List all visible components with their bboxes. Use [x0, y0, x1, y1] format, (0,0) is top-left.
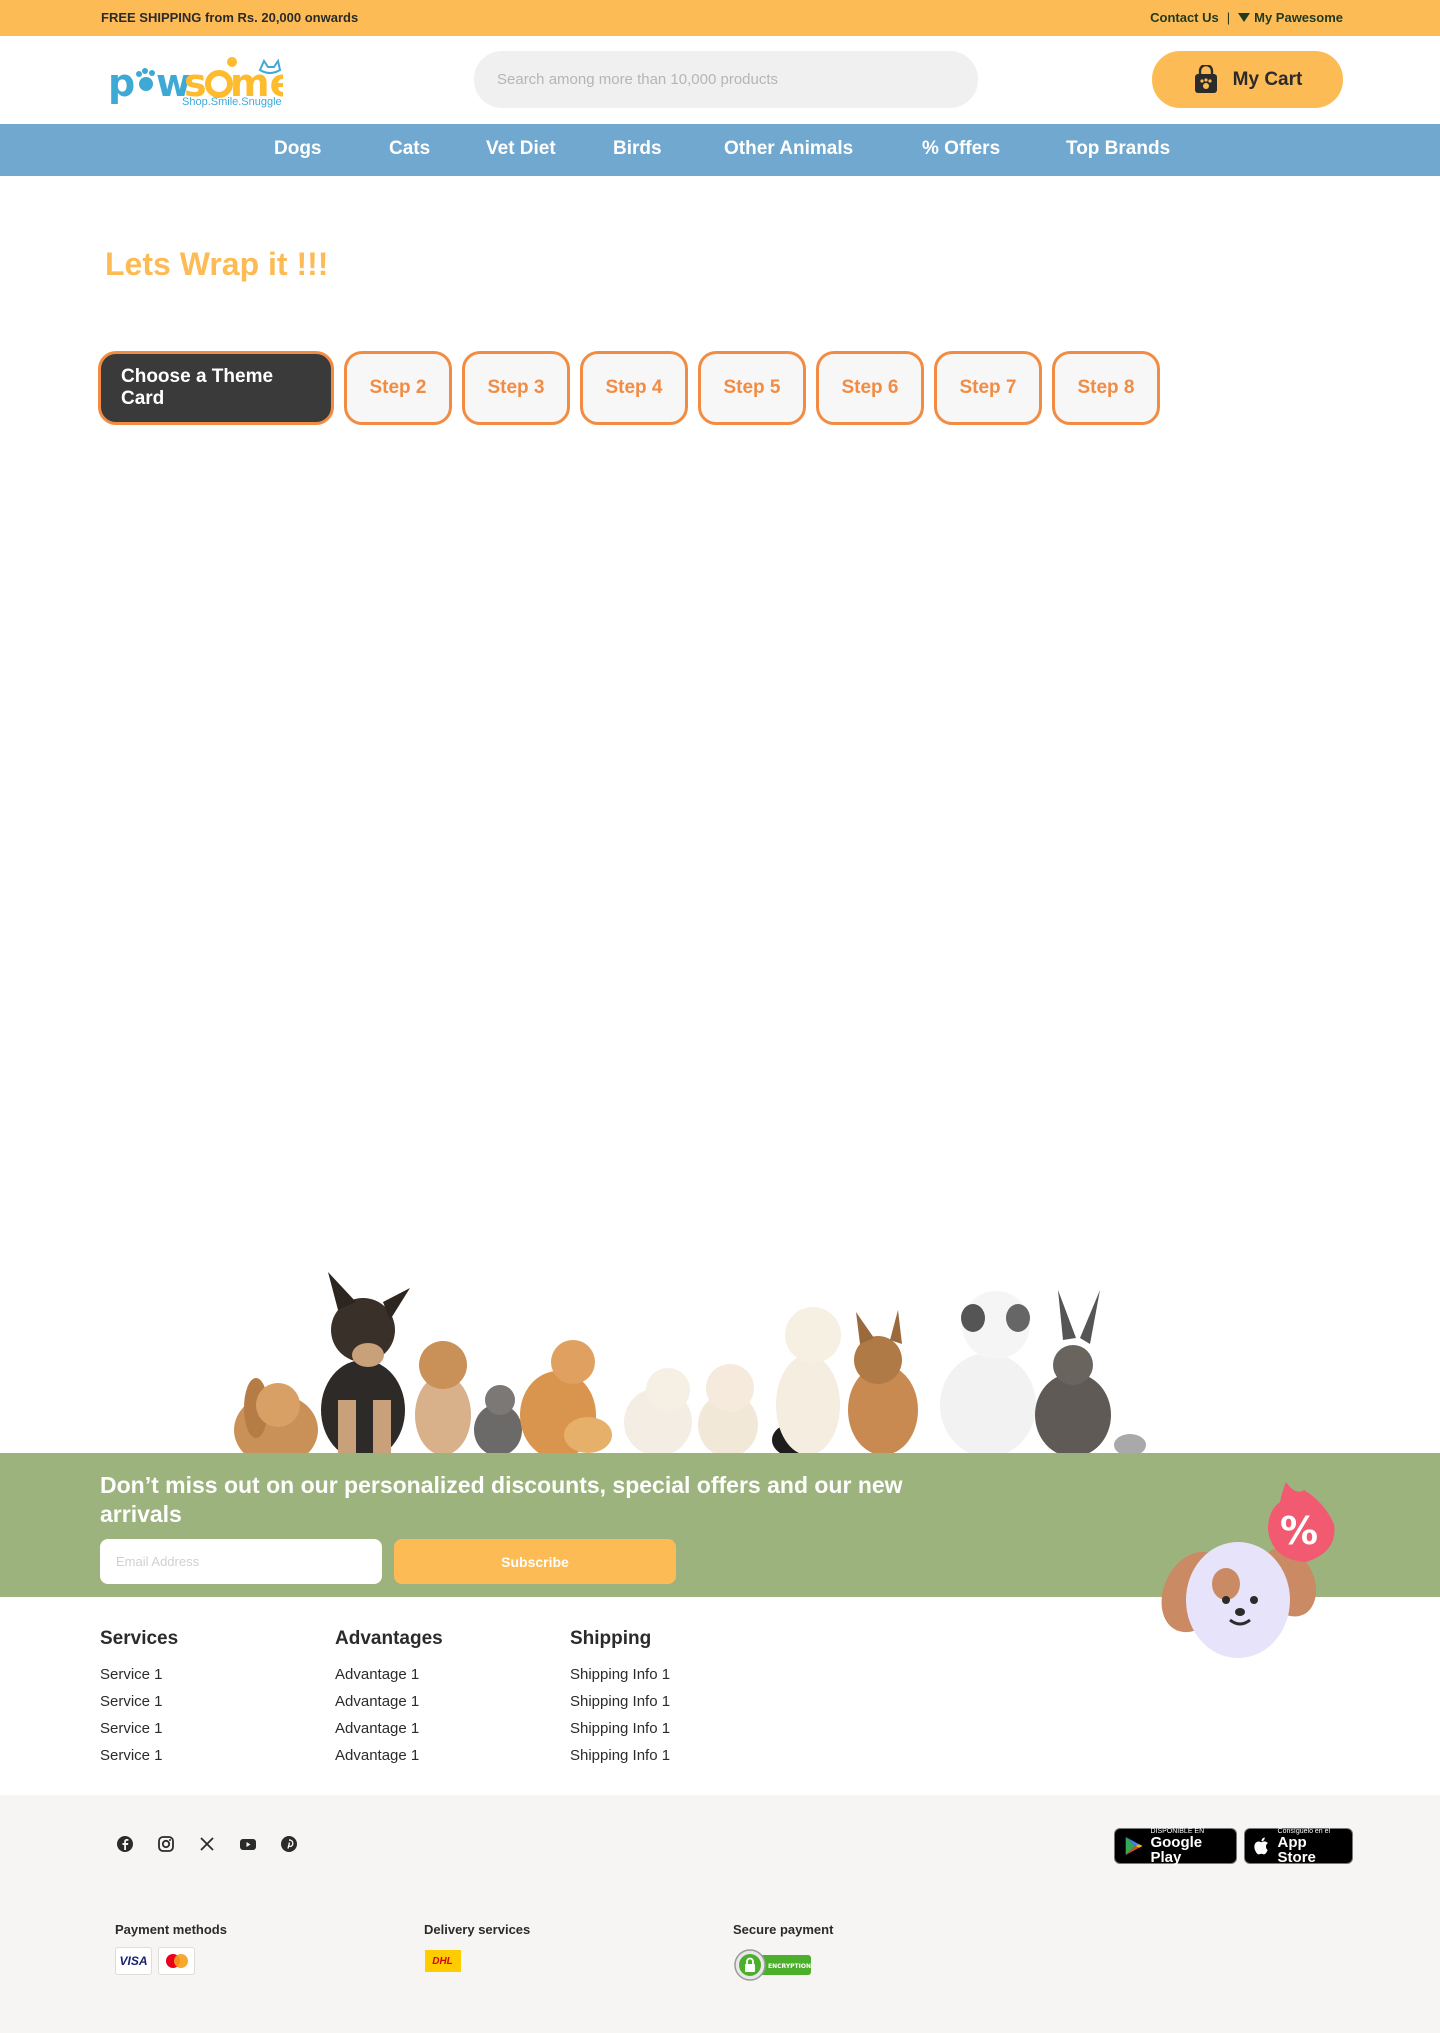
svg-text:p: p — [108, 61, 135, 105]
footer-link[interactable]: Shipping Info 1 — [570, 1666, 670, 1693]
payment-methods-label: Payment methods — [115, 1922, 227, 1937]
header: p w s me Shop.Smile.Snuggle Search among… — [0, 36, 1440, 124]
footer-col-advantages: Advantages Advantage 1 Advantage 1 Advan… — [335, 1628, 443, 1774]
step-6[interactable]: Step 6 — [816, 351, 924, 425]
nav-item-other-animals[interactable]: Other Animals — [724, 138, 853, 160]
footer-link[interactable]: Service 1 — [100, 1747, 178, 1774]
step-4[interactable]: Step 4 — [580, 351, 688, 425]
app-store-badge[interactable]: Consíguelo en el App Store — [1244, 1828, 1353, 1866]
nav-item-cats[interactable]: Cats — [389, 138, 430, 160]
step-choose-theme-card[interactable]: Choose a Theme Card — [98, 351, 334, 425]
payment-methods: Payment methods VISA — [115, 1922, 227, 1975]
footer-link[interactable]: Service 1 — [100, 1720, 178, 1747]
nav-item-offers[interactable]: % Offers — [922, 138, 1000, 160]
encryption-lock-icon: ENCRYPTION — [734, 1949, 811, 1981]
logo-tagline: Shop.Smile.Snuggle — [182, 96, 282, 108]
step-5[interactable]: Step 5 — [698, 351, 806, 425]
step-3[interactable]: Step 3 — [462, 351, 570, 425]
newsletter-message: Don’t miss out on our personalized disco… — [100, 1472, 903, 1527]
apple-icon — [1254, 1837, 1268, 1855]
nav-item-birds[interactable]: Birds — [613, 138, 662, 160]
wrap-steps: Choose a Theme Card Step 2 Step 3 Step 4… — [98, 351, 1160, 425]
dhl-icon: DHL — [424, 1947, 461, 1975]
top-bar: FREE SHIPPING from Rs. 20,000 onwards Co… — [0, 0, 1440, 36]
footer-col-title: Shipping — [570, 1628, 652, 1649]
footer-link[interactable]: Service 1 — [100, 1693, 178, 1720]
main-nav: Dogs Cats Vet Diet Birds Other Animals %… — [0, 124, 1440, 176]
my-pawesome-link[interactable]: My Pawesome — [1238, 10, 1343, 25]
my-cart-button[interactable]: My Cart — [1152, 51, 1343, 108]
google-play-badge[interactable]: DISPONIBLE EN Google Play — [1114, 1828, 1237, 1866]
mastercard-icon — [158, 1947, 195, 1975]
my-cart-label: My Cart — [1232, 68, 1303, 90]
footer-link[interactable]: Service 1 — [100, 1666, 178, 1693]
pinterest-icon[interactable] — [280, 1835, 298, 1853]
footer-link[interactable]: Advantage 1 — [335, 1666, 443, 1693]
footer-link[interactable]: Shipping Info 1 — [570, 1747, 670, 1774]
shopping-bag-icon — [1194, 64, 1217, 93]
search-input[interactable] — [474, 51, 978, 108]
email-field[interactable] — [100, 1539, 382, 1584]
nav-item-vet-diet[interactable]: Vet Diet — [486, 138, 556, 160]
dhl-badge: DHL — [424, 1950, 461, 1972]
footer-col-services: Services Service 1 Service 1 Service 1 S… — [100, 1628, 178, 1774]
pets-group-image — [228, 1240, 1148, 1454]
footer-link[interactable]: Shipping Info 1 — [570, 1693, 670, 1720]
facebook-icon[interactable] — [116, 1835, 134, 1853]
dropdown-triangle-icon — [1238, 13, 1251, 22]
social-links — [116, 1835, 298, 1853]
secure-payment: Secure payment ENCRYPTION — [733, 1922, 833, 1981]
footer-col-title: Advantages — [335, 1628, 443, 1649]
google-play-icon — [1125, 1837, 1143, 1855]
step-2[interactable]: Step 2 — [344, 351, 452, 425]
my-pawesome-label: My Pawesome — [1254, 10, 1343, 25]
top-bar-links: Contact Us | My Pawesome — [1150, 10, 1343, 25]
visa-text: VISA — [119, 1954, 148, 1968]
footer-col-title: Services — [100, 1628, 179, 1649]
mastercard-graphic — [165, 1954, 188, 1968]
app-store-text: App Store — [1277, 1833, 1316, 1866]
google-play-text: Google Play — [1150, 1833, 1203, 1866]
dhl-text: DHL — [432, 1955, 453, 1967]
secure-payment-label: Secure payment — [733, 1922, 834, 1937]
page-title: Lets Wrap it !!! — [105, 246, 329, 282]
visa-icon: VISA — [115, 1947, 152, 1975]
footer-link[interactable]: Advantage 1 — [335, 1693, 443, 1720]
instagram-icon[interactable] — [157, 1835, 175, 1853]
pawsome-logo[interactable]: p w s me Shop.Smile.Snuggle — [108, 52, 295, 112]
delivery-services: Delivery services DHL — [424, 1922, 530, 1975]
youtube-icon[interactable] — [239, 1835, 257, 1853]
delivery-services-label: Delivery services — [424, 1922, 531, 1937]
separator: | — [1226, 10, 1231, 25]
bottom-footer: DISPONIBLE EN Google Play Consíguelo en … — [0, 1795, 1440, 2033]
svg-text:%: % — [1280, 1509, 1318, 1553]
x-icon[interactable] — [198, 1835, 216, 1853]
step-8[interactable]: Step 8 — [1052, 351, 1160, 425]
dog-discount-mascot-icon: % — [1161, 1482, 1335, 1658]
encryption-text: ENCRYPTION — [768, 1963, 811, 1970]
nav-item-dogs[interactable]: Dogs — [274, 138, 322, 160]
nav-item-top-brands[interactable]: Top Brands — [1066, 138, 1170, 160]
footer-link[interactable]: Advantage 1 — [335, 1747, 443, 1774]
footer-link[interactable]: Shipping Info 1 — [570, 1720, 670, 1747]
subscribe-button[interactable]: Subscribe — [394, 1539, 676, 1584]
app-store-badges: DISPONIBLE EN Google Play Consíguelo en … — [1114, 1828, 1353, 1866]
step-7[interactable]: Step 7 — [934, 351, 1042, 425]
free-shipping-text: FREE SHIPPING from Rs. 20,000 onwards — [101, 10, 359, 25]
pets-illustration — [234, 1272, 1146, 1454]
footer-link[interactable]: Advantage 1 — [335, 1720, 443, 1747]
footer-col-shipping: Shipping Shipping Info 1 Shipping Info 1… — [570, 1628, 670, 1774]
contact-us-link[interactable]: Contact Us — [1150, 10, 1219, 25]
